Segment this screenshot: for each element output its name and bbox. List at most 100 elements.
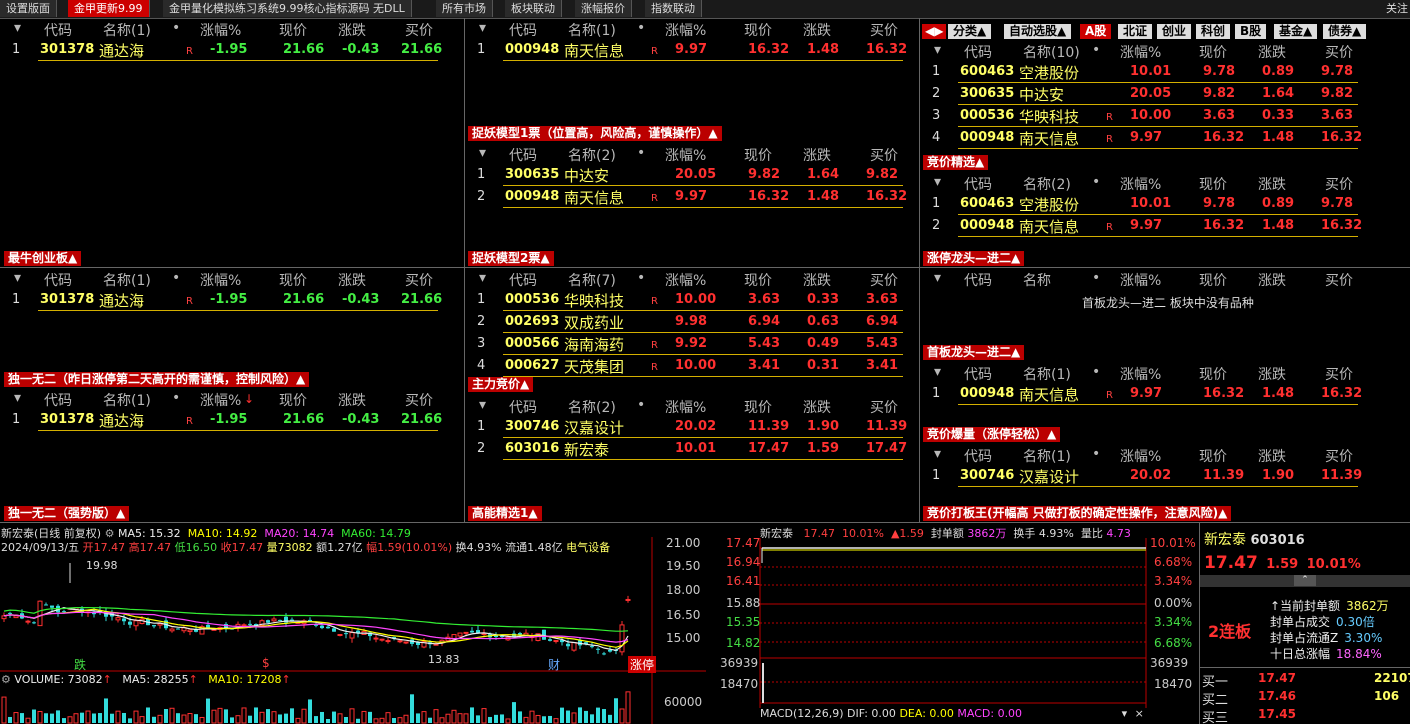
stock-code[interactable]: 301378	[40, 292, 94, 307]
header-bid[interactable]: 买价	[405, 20, 433, 40]
title-yao-model-2[interactable]: 捉妖模型2票▲	[468, 251, 554, 266]
stock-name[interactable]: 南天信息	[1019, 128, 1079, 149]
header-code[interactable]: 代码	[44, 270, 72, 290]
header-code[interactable]: 代码	[44, 20, 72, 40]
header-name[interactable]: 名称(10)	[1023, 42, 1080, 62]
stock-code[interactable]: 000948	[960, 218, 1014, 233]
header-code[interactable]: 代码	[964, 174, 992, 194]
stock-code[interactable]: 300746	[505, 419, 559, 434]
header-code[interactable]: 代码	[964, 364, 992, 384]
stock-name[interactable]: 汉嘉设计	[564, 417, 624, 438]
header-change[interactable]: 涨跌	[338, 20, 366, 40]
event-mark-rise[interactable]: 涨停	[628, 656, 657, 673]
header-bid[interactable]: 买价	[1325, 174, 1353, 194]
event-mark-fall[interactable]: 跌	[74, 656, 86, 673]
stock-name[interactable]: 华映科技	[1019, 106, 1079, 127]
title-first-board-leader[interactable]: 首板龙头—进二▲	[923, 345, 1025, 360]
header-bid[interactable]: 买价	[1325, 364, 1353, 384]
header-price[interactable]: 现价	[744, 397, 772, 417]
table-row[interactable]: 2 603016 新宏泰 10.01 17.47 1.59 17.47	[465, 439, 910, 461]
sort-toggle-icon[interactable]: ▾	[14, 270, 21, 286]
kline-chart-panel[interactable]: 新宏泰(日线 前复权) ⚙ MA5: 15.32 MA10: 14.92 MA2…	[0, 523, 706, 724]
collapse-icon[interactable]: ⌃	[1294, 575, 1316, 586]
stock-code[interactable]: 002693	[505, 314, 559, 329]
stock-code[interactable]: 300746	[960, 468, 1014, 483]
header-name[interactable]: 名称(1)	[1023, 446, 1071, 466]
table-row[interactable]: 1 301378 通达海 R -1.95 21.66 -0.43 21.66	[0, 410, 445, 432]
header-price[interactable]: 现价	[744, 270, 772, 290]
header-price[interactable]: 现价	[1199, 446, 1227, 466]
sort-toggle-icon[interactable]: ▾	[934, 270, 941, 286]
stock-code[interactable]: 000536	[960, 108, 1014, 123]
tab-gain-quotes[interactable]: 涨幅报价	[575, 0, 632, 17]
header-price[interactable]: 现价	[279, 20, 307, 40]
header-name[interactable]: 名称(7)	[568, 270, 616, 290]
stock-name[interactable]: 通达海	[99, 410, 144, 431]
header-price[interactable]: 现价	[744, 20, 772, 40]
header-code[interactable]: 代码	[509, 270, 537, 290]
header-bid[interactable]: 买价	[1325, 446, 1353, 466]
stock-name[interactable]: 华映科技	[564, 290, 624, 311]
header-bid[interactable]: 买价	[870, 145, 898, 165]
header-code[interactable]: 代码	[509, 20, 537, 40]
header-bid[interactable]: 买价	[405, 390, 433, 410]
title-yao-model-1[interactable]: 捉妖模型1票（位置高，风险高，谨慎操作）▲	[468, 126, 722, 141]
stock-code[interactable]: 000627	[505, 358, 559, 373]
title-auction-board-king[interactable]: 竞价打板王(开幅高 只做打板的确定性操作，注意风险)▲	[923, 506, 1232, 521]
header-code[interactable]: 代码	[964, 446, 992, 466]
book-price[interactable]: 17.45	[1258, 707, 1296, 721]
header-bid[interactable]: 买价	[870, 20, 898, 40]
sort-toggle-icon[interactable]: ▾	[14, 390, 21, 406]
sort-toggle-icon[interactable]: ▾	[934, 446, 941, 462]
table-row[interactable]: 1 600463 空港股份 10.01 9.78 0.89 9.78	[920, 194, 1365, 216]
header-pct[interactable]: 涨幅%	[665, 397, 706, 417]
stock-name[interactable]: 双成药业	[564, 312, 624, 333]
header-pct[interactable]: 涨幅%	[1120, 270, 1161, 290]
stock-code[interactable]: 000948	[960, 386, 1014, 401]
header-bid[interactable]: 买价	[870, 397, 898, 417]
header-pct[interactable]: 涨幅%	[665, 20, 706, 40]
header-change[interactable]: 涨跌	[803, 270, 831, 290]
stock-name[interactable]: 天茂集团	[564, 356, 624, 377]
header-name[interactable]: 名称	[1023, 270, 1051, 290]
table-row[interactable]: 1 300746 汉嘉设计 20.02 11.39 1.90 11.39	[465, 417, 910, 439]
header-bid[interactable]: 买价	[1325, 42, 1353, 62]
stock-name[interactable]: 空港股份	[1019, 194, 1079, 215]
table-row[interactable]: 1 301378 通达海 R -1.95 21.66 -0.43 21.66	[0, 290, 445, 312]
volume-settings-icon[interactable]: ⚙	[1, 673, 11, 686]
stock-name[interactable]: 通达海	[99, 40, 144, 61]
header-price[interactable]: 现价	[279, 270, 307, 290]
header-change[interactable]: 涨跌	[338, 270, 366, 290]
cat-tab-auto-select[interactable]: 自动选股▲	[1004, 24, 1072, 39]
tab-quant-system[interactable]: 金甲量化模拟练习系统9.99核心指标源码 无DLL	[163, 0, 412, 17]
header-pct[interactable]: 涨幅%	[200, 390, 241, 410]
sort-toggle-icon[interactable]: ▾	[14, 20, 21, 36]
table-row[interactable]: 2 300635 中达安 20.05 9.82 1.64 9.82	[920, 84, 1365, 106]
header-change[interactable]: 涨跌	[803, 20, 831, 40]
header-name[interactable]: 名称(2)	[568, 397, 616, 417]
title-main-auction[interactable]: 主力竞价▲	[468, 377, 534, 392]
stock-name[interactable]: 南天信息	[1019, 384, 1079, 405]
table-row[interactable]: 3 000536 华映科技 R 10.00 3.63 0.33 3.63	[920, 106, 1365, 128]
stock-code[interactable]: 000536	[505, 292, 559, 307]
table-row[interactable]: 2 000948 南天信息 R 9.97 16.32 1.48 16.32	[920, 216, 1365, 238]
header-price[interactable]: 现价	[1199, 364, 1227, 384]
tab-jinjia-update[interactable]: 金甲更新9.99	[68, 0, 150, 17]
table-row[interactable]: 1 600463 空港股份 10.01 9.78 0.89 9.78	[920, 62, 1365, 84]
header-pct[interactable]: 涨幅%	[1120, 174, 1161, 194]
stock-name[interactable]: 新宏泰	[564, 439, 609, 460]
cat-tab-classify[interactable]: 分类▲	[948, 24, 992, 39]
sort-toggle-icon[interactable]: ▾	[934, 174, 941, 190]
header-price[interactable]: 现价	[279, 390, 307, 410]
stock-name[interactable]: 中达安	[564, 165, 609, 186]
header-change[interactable]: 涨跌	[1258, 270, 1286, 290]
title-auction-volume[interactable]: 竞价爆量（涨停轻松）▲	[923, 427, 1061, 442]
header-code[interactable]: 代码	[509, 397, 537, 417]
stock-code[interactable]: 603016	[505, 441, 559, 456]
table-row[interactable]: 4 000627 天茂集团 R 10.00 3.41 0.31 3.41	[465, 356, 910, 378]
cat-tab-bse[interactable]: 北证	[1118, 24, 1153, 39]
header-change[interactable]: 涨跌	[1258, 174, 1286, 194]
title-best-chinext[interactable]: 最牛创业板▲	[4, 251, 82, 266]
table-row[interactable]: 1 000948 南天信息 R 9.97 16.32 1.48 16.32	[465, 40, 910, 62]
quote-collapse-bar[interactable]: ⌃	[1200, 575, 1410, 587]
